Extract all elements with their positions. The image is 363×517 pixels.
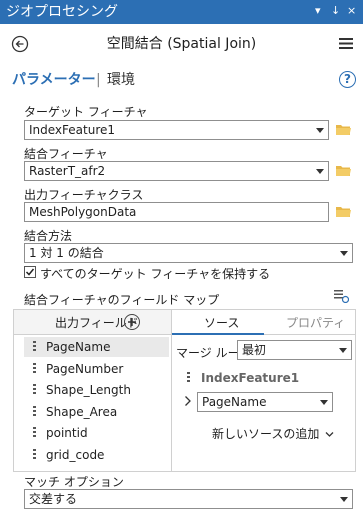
- output-featureclass-label: 出力フィーチャクラス: [24, 188, 144, 202]
- tab-parameters[interactable]: パラメーター: [12, 71, 96, 89]
- source-layer-name: IndexFeature1: [201, 371, 300, 385]
- chevron-down-icon: [316, 128, 324, 133]
- auto-hide-icon[interactable]: ↓: [331, 3, 340, 19]
- window-titlebar: ジオプロセシング ▾ ↓ ×: [0, 0, 363, 24]
- tab-environments[interactable]: 環境: [107, 71, 135, 89]
- field-list-item[interactable]: pointid: [24, 423, 169, 443]
- source-field-value: PageName: [202, 395, 267, 409]
- drag-handle-icon[interactable]: [33, 405, 36, 418]
- join-operation-select[interactable]: 1 対 1 の結合: [24, 243, 353, 263]
- match-option-label: マッチ オプション: [24, 475, 124, 489]
- browse-folder-icon[interactable]: [336, 206, 351, 217]
- field-name: Shape_Area: [46, 404, 118, 419]
- field-name: pointid: [46, 426, 88, 440]
- drag-handle-icon[interactable]: [33, 341, 36, 353]
- field-name: PageName: [46, 340, 111, 354]
- chevron-down-icon: [340, 251, 348, 256]
- chevron-down-icon: [339, 348, 347, 353]
- field-map-list-options-icon[interactable]: [334, 289, 350, 304]
- output-featureclass-input[interactable]: MeshPolygonData: [24, 202, 329, 222]
- output-featureclass-value: MeshPolygonData: [29, 205, 137, 219]
- tool-title: 空間結合 (Spatial Join): [106, 36, 257, 52]
- merge-rule-select[interactable]: 最初: [237, 340, 352, 360]
- add-new-source-label: 新しいソースの追加: [212, 427, 320, 441]
- tab-separator: |: [96, 72, 101, 88]
- field-name: grid_code: [46, 447, 105, 462]
- help-button[interactable]: ?: [339, 71, 356, 88]
- chevron-down-icon: [325, 432, 334, 437]
- tab-properties[interactable]: プロパティ: [264, 310, 355, 335]
- pin-menu-icon[interactable]: ▾: [315, 3, 321, 19]
- join-operation-label: 結合方法: [24, 229, 73, 243]
- drag-handle-icon[interactable]: [33, 362, 36, 375]
- keep-all-checkbox[interactable]: [24, 266, 36, 278]
- field-name: PageNumber: [46, 361, 124, 376]
- tab-properties-label: プロパティ: [286, 316, 346, 330]
- chevron-down-icon: [320, 400, 328, 405]
- chevron-down-icon: [316, 169, 324, 174]
- drag-handle-icon[interactable]: [33, 384, 36, 396]
- target-features-value: IndexFeature1: [29, 123, 116, 137]
- checkmark-icon: [25, 268, 35, 276]
- field-list-item[interactable]: Shape_Area: [24, 402, 169, 422]
- browse-folder-icon[interactable]: [336, 124, 351, 135]
- close-icon[interactable]: ×: [347, 3, 356, 19]
- chevron-down-icon: [340, 497, 348, 502]
- add-new-source-button[interactable]: 新しいソースの追加: [212, 425, 334, 442]
- keep-all-label: すべてのターゲット フィーチャを保持する: [40, 267, 271, 281]
- tab-source[interactable]: ソース: [172, 310, 264, 335]
- match-option-select[interactable]: 交差する: [24, 489, 353, 509]
- merge-rule-value: 最初: [242, 343, 267, 357]
- field-list-item[interactable]: PageName: [24, 337, 169, 357]
- field-list-item[interactable]: Shape_Length: [24, 380, 169, 400]
- join-features-select[interactable]: RasterT_afr2: [24, 161, 329, 181]
- hamburger-menu-icon[interactable]: [339, 37, 353, 50]
- match-option-value: 交差する: [29, 492, 78, 506]
- field-map-label: 結合フィーチャのフィールド マップ: [24, 293, 220, 307]
- drag-handle-icon[interactable]: [187, 372, 190, 384]
- add-field-button[interactable]: [124, 314, 140, 330]
- drag-handle-icon[interactable]: [33, 448, 36, 461]
- plus-icon: [128, 318, 136, 326]
- target-features-select[interactable]: IndexFeature1: [24, 120, 329, 140]
- join-operation-value: 1 対 1 の結合: [29, 246, 104, 260]
- field-list-item[interactable]: grid_code: [24, 445, 169, 465]
- field-list-item[interactable]: PageNumber: [24, 359, 169, 379]
- expand-chevron-icon[interactable]: [183, 395, 193, 410]
- join-features-value: RasterT_afr2: [29, 164, 106, 178]
- tab-source-label: ソース: [204, 316, 240, 330]
- source-field-select[interactable]: PageName: [197, 392, 333, 412]
- browse-folder-icon[interactable]: [336, 165, 351, 176]
- help-icon: ?: [344, 72, 351, 86]
- target-features-label: ターゲット フィーチャ: [24, 105, 148, 119]
- output-fields-header: 出力フィールド: [14, 310, 171, 335]
- window-title: ジオプロセシング: [6, 4, 118, 20]
- drag-handle-icon[interactable]: [33, 427, 36, 439]
- field-name: Shape_Length: [46, 383, 131, 397]
- join-features-label: 結合フィーチャ: [24, 147, 108, 161]
